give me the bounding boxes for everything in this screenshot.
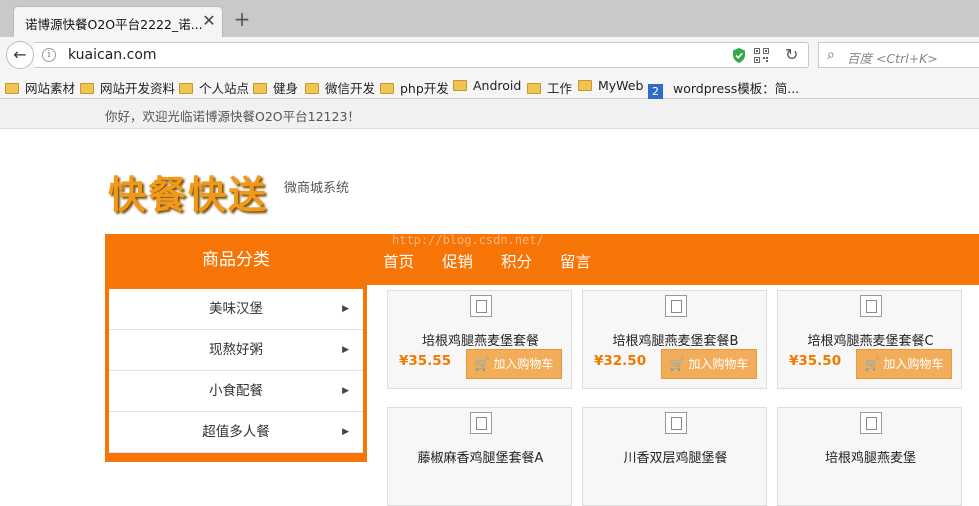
folder-icon bbox=[453, 80, 467, 91]
category-header: 商品分类 bbox=[202, 250, 270, 270]
category-item[interactable]: 现熬好粥 ▶ bbox=[109, 330, 363, 371]
bookmark-badge-icon: 2 bbox=[648, 84, 663, 99]
nav-messages[interactable]: 留言 bbox=[560, 250, 591, 272]
product-card[interactable]: 培根鸡腿燕麦堡套餐B ¥32.50 🛒 加入购物车 bbox=[582, 290, 767, 389]
nav-points[interactable]: 积分 bbox=[501, 250, 532, 272]
search-input[interactable]: ⌕ 百度 <Ctrl+K> bbox=[818, 42, 979, 68]
product-name[interactable]: 藤椒麻香鸡腿堡套餐A bbox=[388, 447, 573, 466]
tab-title: 诺博源快餐O2O平台2222_诺... bbox=[25, 17, 203, 32]
broken-image-icon bbox=[470, 412, 492, 434]
folder-icon bbox=[80, 83, 94, 94]
search-icon: ⌕ bbox=[827, 47, 835, 63]
caret-right-icon: ▶ bbox=[342, 345, 349, 355]
close-tab-icon[interactable]: ✕ bbox=[200, 12, 218, 30]
address-bar[interactable]: i kuaican.com ↻ bbox=[34, 42, 809, 68]
main-nav: 首页 促销 积分 留言 bbox=[383, 250, 619, 272]
folder-icon bbox=[179, 83, 193, 94]
browser-tab[interactable]: 诺博源快餐O2O平台2222_诺... ✕ bbox=[13, 6, 223, 37]
watermark: http://blog.csdn.net/ bbox=[392, 233, 544, 247]
product-name[interactable]: 培根鸡腿燕麦堡套餐B bbox=[583, 330, 768, 349]
tab-bar: 诺博源快餐O2O平台2222_诺... ✕ + bbox=[0, 0, 979, 37]
add-to-cart-button[interactable]: 🛒 加入购物车 bbox=[661, 349, 757, 379]
product-card[interactable]: 川香双层鸡腿堡餐 bbox=[582, 407, 767, 506]
qr-code-icon[interactable] bbox=[754, 48, 769, 63]
reload-icon[interactable]: ↻ bbox=[785, 45, 798, 64]
cart-icon: 🛒 bbox=[474, 357, 490, 371]
folder-icon bbox=[578, 80, 592, 91]
shield-icon[interactable] bbox=[732, 48, 746, 63]
product-price: ¥32.50 bbox=[594, 353, 647, 369]
product-grid: 培根鸡腿燕麦堡套餐 ¥35.55 🛒 加入购物车 培根鸡腿燕麦堡套餐B ¥32.… bbox=[381, 288, 979, 506]
logo-text: 快餐快送 bbox=[108, 173, 269, 217]
bookmark-folder[interactable]: MyWeb bbox=[578, 78, 643, 94]
product-name[interactable]: 川香双层鸡腿堡餐 bbox=[583, 447, 768, 466]
category-item[interactable]: 超值多人餐 ▶ bbox=[109, 412, 363, 453]
bookmark-folder[interactable]: php开发 bbox=[380, 78, 449, 96]
navigation-bar: ← i kuaican.com ↻ ⌕ 百度 <Ctrl+K> bbox=[0, 37, 979, 73]
nav-home[interactable]: 首页 bbox=[383, 250, 414, 272]
product-name[interactable]: 培根鸡腿燕麦堡套餐 bbox=[388, 330, 573, 349]
welcome-text: 你好，欢迎光临诺博源快餐O2O平台12123！ bbox=[105, 109, 360, 124]
broken-image-icon bbox=[665, 295, 687, 317]
folder-icon bbox=[527, 83, 541, 94]
url-text: kuaican.com bbox=[68, 47, 157, 63]
bookmark-folder[interactable]: 网站素材 bbox=[5, 78, 75, 96]
new-tab-button[interactable]: + bbox=[232, 9, 252, 29]
arrow-left-icon: ← bbox=[13, 45, 27, 64]
product-name[interactable]: 培根鸡腿燕麦堡 bbox=[778, 447, 963, 466]
product-card[interactable]: 藤椒麻香鸡腿堡套餐A bbox=[387, 407, 572, 506]
bookmark-folder[interactable]: Android bbox=[453, 78, 521, 94]
bookmark-folder[interactable]: 工作 bbox=[527, 78, 572, 96]
broken-image-icon bbox=[470, 295, 492, 317]
folder-icon bbox=[5, 83, 19, 94]
logo-subtitle: 微商城系统 bbox=[284, 181, 350, 196]
product-name[interactable]: 培根鸡腿燕麦堡套餐C bbox=[778, 330, 963, 349]
broken-image-icon bbox=[860, 412, 882, 434]
welcome-bar: 你好，欢迎光临诺博源快餐O2O平台12123！ bbox=[0, 99, 979, 129]
bookmark-link[interactable]: 2 wordpress模板：简... bbox=[648, 78, 799, 99]
product-card[interactable]: 培根鸡腿燕麦堡套餐 ¥35.55 🛒 加入购物车 bbox=[387, 290, 572, 389]
bookmark-folder[interactable]: 个人站点 bbox=[179, 78, 249, 96]
product-price: ¥35.50 bbox=[789, 353, 842, 369]
category-item[interactable]: 美味汉堡 ▶ bbox=[109, 289, 363, 330]
add-to-cart-button[interactable]: 🛒 加入购物车 bbox=[856, 349, 952, 379]
add-to-cart-button[interactable]: 🛒 加入购物车 bbox=[466, 349, 562, 379]
caret-right-icon: ▶ bbox=[342, 427, 349, 437]
nav-promotions[interactable]: 促销 bbox=[442, 250, 473, 272]
product-card[interactable]: 培根鸡腿燕麦堡套餐C ¥35.50 🛒 加入购物车 bbox=[777, 290, 962, 389]
folder-icon bbox=[305, 83, 319, 94]
caret-right-icon: ▶ bbox=[342, 386, 349, 396]
product-price: ¥35.55 bbox=[399, 353, 452, 369]
category-sidebar: 美味汉堡 ▶ 现熬好粥 ▶ 小食配餐 ▶ 超值多人餐 ▶ bbox=[105, 285, 367, 462]
bookmarks-bar: 网站素材 网站开发资料 个人站点 健身 微信开发 php开发 Android 工… bbox=[0, 73, 979, 99]
info-icon[interactable]: i bbox=[42, 48, 56, 62]
bookmark-folder[interactable]: 微信开发 bbox=[305, 78, 375, 96]
site-logo[interactable]: 快餐快送 bbox=[108, 164, 268, 219]
bookmark-folder[interactable]: 健身 bbox=[253, 78, 298, 96]
folder-icon bbox=[380, 83, 394, 94]
search-placeholder: 百度 <Ctrl+K> bbox=[847, 51, 938, 66]
product-card[interactable]: 培根鸡腿燕麦堡 bbox=[777, 407, 962, 506]
broken-image-icon bbox=[665, 412, 687, 434]
broken-image-icon bbox=[860, 295, 882, 317]
cart-icon: 🛒 bbox=[864, 357, 880, 371]
bookmark-folder[interactable]: 网站开发资料 bbox=[80, 78, 175, 96]
back-button[interactable]: ← bbox=[6, 41, 34, 69]
caret-right-icon: ▶ bbox=[342, 304, 349, 314]
category-item[interactable]: 小食配餐 ▶ bbox=[109, 371, 363, 412]
folder-icon bbox=[253, 83, 267, 94]
cart-icon: 🛒 bbox=[669, 357, 685, 371]
